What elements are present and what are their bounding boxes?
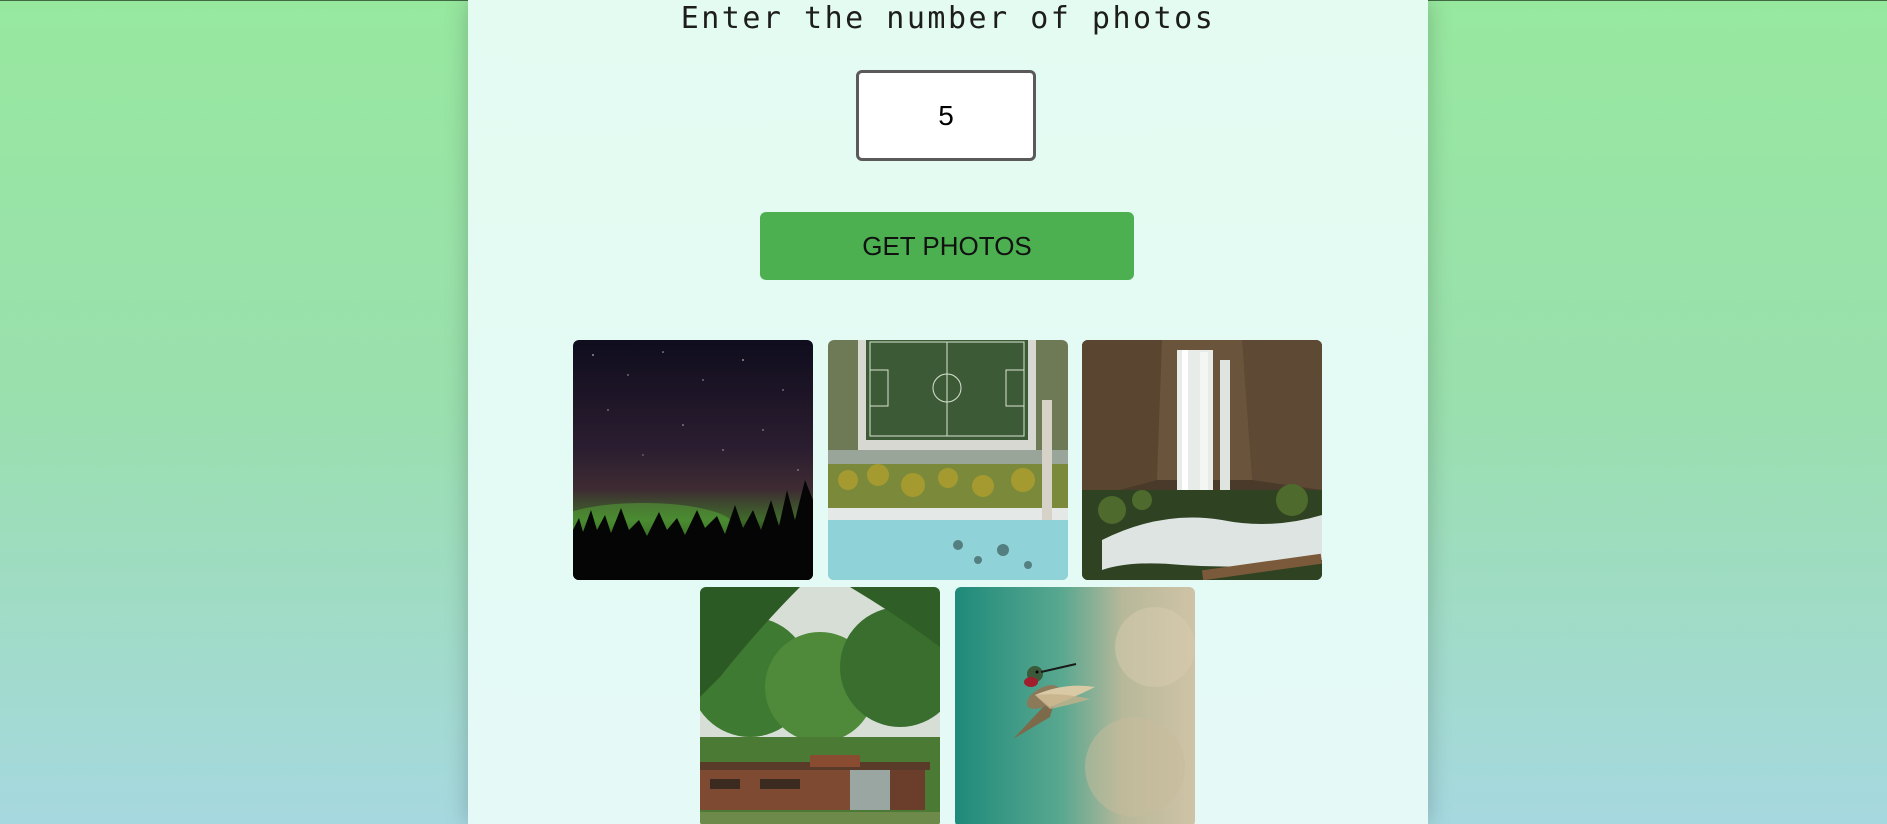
- forest-house-image: [700, 587, 940, 824]
- get-photos-button[interactable]: GET PHOTOS: [760, 212, 1134, 280]
- photo-soccer-field: [828, 340, 1068, 580]
- photo-waterfall: [1082, 340, 1322, 580]
- photo-aurora: [573, 340, 813, 580]
- page-title: Enter the number of photos: [680, 1, 1216, 36]
- soccer-field-image: [828, 340, 1068, 580]
- waterfall-image: [1082, 340, 1322, 580]
- aurora-image: [573, 340, 813, 580]
- photo-forest-house: [700, 587, 940, 824]
- main-panel: Enter the number of photos GET PHOTOS: [468, 0, 1428, 824]
- hummingbird-image: [955, 587, 1195, 824]
- photo-hummingbird: [955, 587, 1195, 824]
- photo-count-input[interactable]: [856, 70, 1036, 161]
